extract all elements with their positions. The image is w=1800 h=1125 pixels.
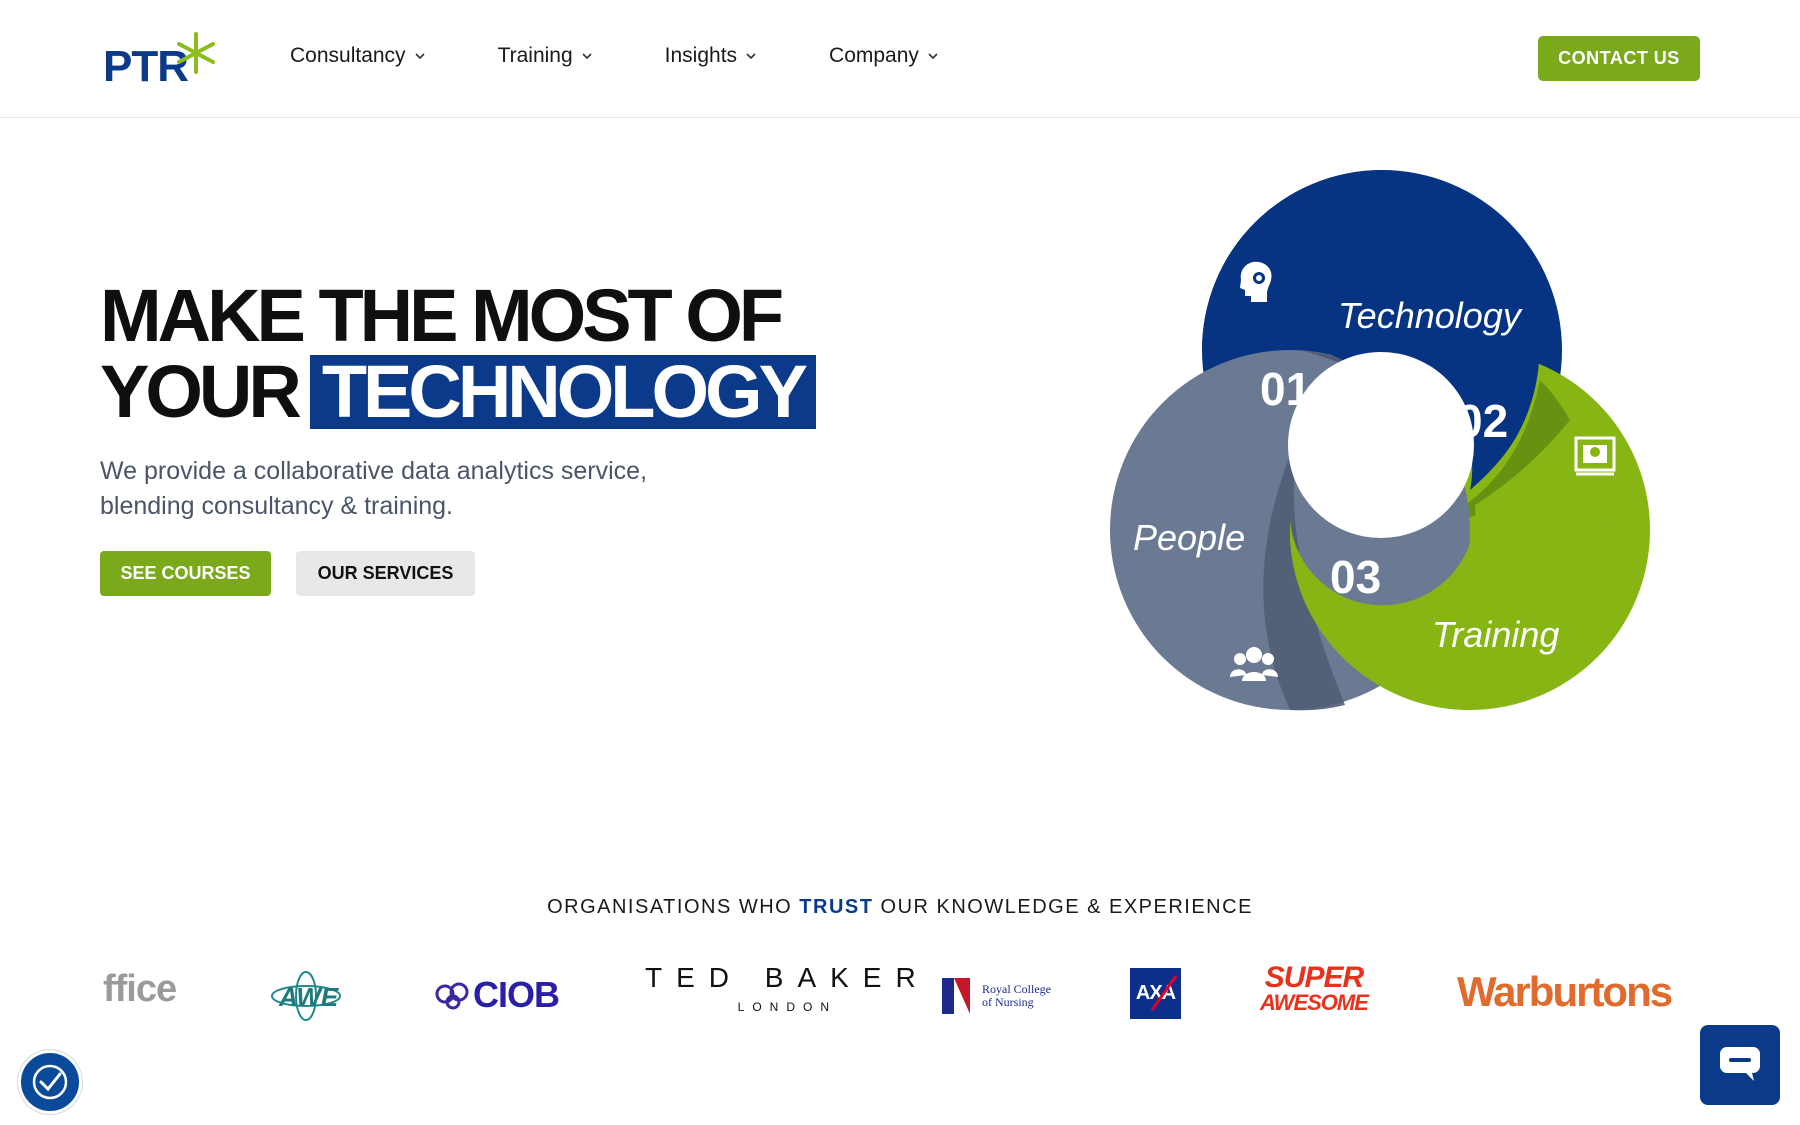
warburtons-logo-text: Warburtons (1457, 968, 1673, 1015)
ted-baker-logo-sub: LONDON (737, 1000, 838, 1014)
nav-training[interactable]: Training (498, 44, 593, 68)
rcn-mark-icon (942, 978, 970, 1014)
chevron-down-icon (928, 53, 938, 60)
chat-bubble-icon (1720, 1047, 1760, 1081)
office-logo: ffice (103, 968, 177, 1011)
ted-baker-logo: TED BAKER LONDON (645, 962, 930, 1014)
contact-us-button[interactable]: CONTACT US (1538, 36, 1700, 81)
logo-star-icon (177, 32, 215, 74)
rcn-logo-sub: of Nursing (982, 995, 1034, 1009)
super-awesome-logo: SUPER AWESOME (1260, 961, 1369, 1015)
client-logo-strip: ffice AWE CIOB TED BAKER LONDON Royal Co… (100, 960, 1673, 1040)
ciob-crest-icon (435, 982, 469, 1010)
awe-logo-text: AWE (279, 982, 339, 1012)
office-logo-text: ffice (103, 968, 177, 1010)
training-label: Training (1432, 614, 1559, 655)
warburtons-logo: Warburtons (1457, 968, 1673, 1016)
hero-title-prefix: YOUR (100, 350, 302, 433)
people-label: People (1133, 517, 1245, 558)
ciob-logo-text: CIOB (473, 974, 560, 1015)
chevron-down-icon (582, 53, 592, 60)
heading-part1: ORGANISATIONS WHO (547, 896, 800, 918)
site-header: PTR Consultancy Training Insights Compan… (0, 0, 1800, 118)
hero-title: MAKE THE MOST OF YOUR TECHNOLOGY (100, 278, 816, 430)
axa-logo: AXA (1130, 968, 1181, 1019)
nav-label: Consultancy (290, 44, 406, 67)
organisations-heading: ORGANISATIONS WHO TRUST OUR KNOWLEDGE & … (0, 896, 1800, 919)
nav-consultancy[interactable]: Consultancy (290, 44, 426, 68)
segment-03-number: 03 (1330, 551, 1381, 603)
chat-button[interactable] (1700, 1025, 1780, 1105)
chevron-down-icon (746, 53, 756, 60)
nav-label: Training (497, 44, 573, 67)
venn-diagram: 01 02 03 Technology People Training (1110, 170, 1650, 711)
nav-insights[interactable]: Insights (665, 44, 757, 68)
nav-label: Company (829, 44, 919, 67)
heading-part2: OUR KNOWLEDGE & EXPERIENCE (873, 896, 1253, 918)
ptr-logo[interactable]: PTR (103, 32, 219, 91)
super-awesome-text-top: SUPER (1264, 961, 1364, 994)
hero-title-line1: MAKE THE MOST OF (100, 274, 784, 357)
technology-label: Technology (1338, 295, 1523, 336)
segment-01-number: 01 (1260, 363, 1311, 415)
see-courses-button[interactable]: SEE COURSES (100, 551, 271, 596)
hero-title-line2: YOUR TECHNOLOGY (100, 354, 816, 430)
nav-label: Insights (664, 44, 738, 67)
awe-logo: AWE (268, 970, 344, 1022)
ciob-logo: CIOB (435, 974, 560, 1016)
heading-trust: TRUST (799, 896, 874, 918)
hero-subtitle: We provide a collaborative data analytic… (100, 457, 648, 520)
main-nav: Consultancy Training Insights Company (290, 44, 1011, 68)
our-services-button[interactable]: OUR SERVICES (296, 551, 475, 596)
accessibility-icon (32, 1064, 68, 1100)
chevron-down-icon (414, 53, 425, 60)
ted-baker-logo-text: TED BAKER (645, 962, 930, 993)
accessibility-button[interactable] (18, 1050, 82, 1114)
rcn-logo: Royal College of Nursing (942, 976, 1051, 1016)
nav-company[interactable]: Company (829, 44, 939, 68)
axa-slash-icon (1150, 975, 1178, 1011)
segment-02-number: 02 (1457, 395, 1508, 447)
hero-title-highlight: TECHNOLOGY (309, 354, 816, 430)
super-awesome-text-bottom: AWESOME (1260, 990, 1369, 1015)
